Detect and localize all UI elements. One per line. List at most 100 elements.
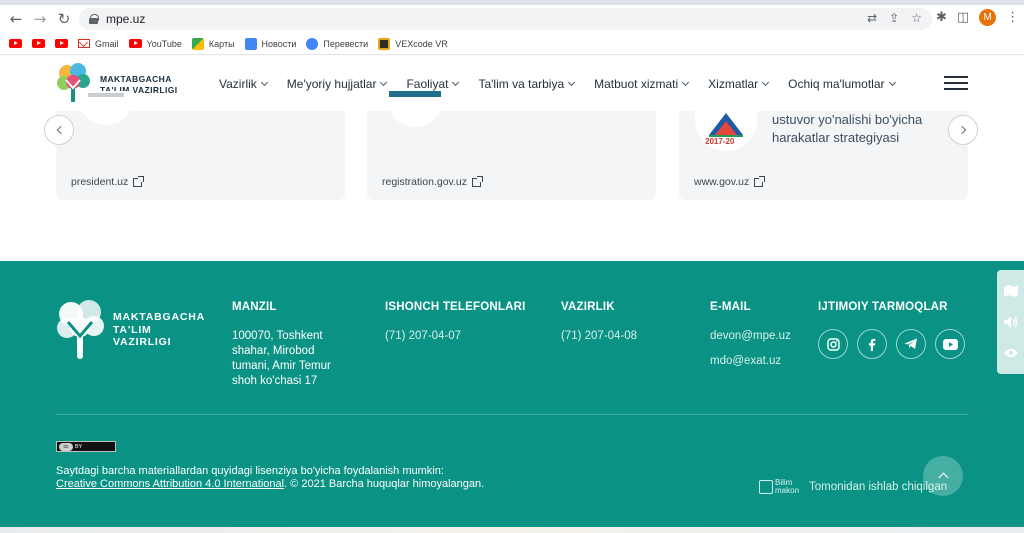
speaker-icon[interactable] — [1003, 315, 1018, 329]
footer-address-column: MANZIL 100070, Toshkent shahar, Mirobod … — [232, 301, 331, 389]
bookmark-vexcode[interactable]: VEXcode VR — [378, 37, 448, 50]
bookmark-label: Gmail — [95, 38, 119, 49]
facebook-icon[interactable] — [857, 329, 887, 359]
card-logo-image — [387, 91, 443, 127]
menu-kebab-icon[interactable]: ⋮ — [1006, 10, 1019, 25]
chevron-down-icon — [452, 78, 460, 87]
bookmark-maps[interactable]: Карты — [191, 37, 235, 50]
footer-divider — [56, 414, 968, 415]
carousel-prev-button[interactable] — [44, 115, 74, 145]
carousel-next-button[interactable] — [948, 115, 978, 145]
menu-label: Vazirlik — [219, 77, 257, 91]
ministry-title: VAZIRLIK — [561, 301, 615, 313]
menu-label: Me'yoriy hujjatlar — [286, 77, 377, 91]
profile-avatar[interactable]: M — [979, 9, 997, 26]
chevron-down-icon — [762, 78, 770, 87]
hotline-title: ISHONCH TELEFONLARI — [385, 301, 526, 313]
link-card[interactable]: registration.gov.uz — [367, 91, 656, 200]
forward-arrow-icon[interactable]: → — [29, 8, 51, 30]
youtube-icon — [32, 39, 45, 48]
card-link-text: www.gov.uz — [694, 176, 750, 188]
menu-item-ochiq-malumotlar[interactable]: Ochiq ma'lumotlar — [788, 77, 896, 91]
card-logo-image — [78, 91, 134, 125]
site-footer: MAKTABGACHA TA'LIM VAZIRLIGI MANZIL 1000… — [0, 261, 1024, 527]
cc-license-badge[interactable]: cc BY — [56, 441, 116, 452]
card-link-text: registration.gov.uz — [382, 176, 468, 188]
strategy-badge-year: 2017-20 — [705, 137, 735, 146]
copyright-text: . © 2021 Barcha huquqlar himoyalangan. — [284, 478, 485, 490]
menu-item-xizmatlar[interactable]: Xizmatlar — [708, 77, 770, 91]
accessibility-panel — [997, 270, 1024, 374]
map-icon[interactable] — [1003, 284, 1018, 298]
footer-logo-line: VAZIRLIGI — [113, 336, 172, 348]
social-title: IJTIMOIY TARMOQLAR — [818, 301, 948, 313]
menu-item-talim-va-tarbiya[interactable]: Ta'lim va tarbiya — [478, 77, 576, 91]
address-line: tumani, Amir Temur — [232, 360, 331, 372]
email-link[interactable]: devon@mpe.uz — [710, 329, 791, 344]
bookmark-news[interactable]: Новости — [244, 37, 296, 50]
extensions-icon[interactable]: ✱ — [936, 10, 947, 25]
url-text[interactable]: mpe.uz — [106, 12, 145, 26]
bookmark-gmail[interactable]: Gmail — [78, 39, 119, 49]
bookmark-item[interactable] — [32, 39, 45, 48]
card-link[interactable]: www.gov.uz — [694, 175, 766, 188]
bookmark-item[interactable] — [55, 39, 68, 48]
cc-license-link[interactable]: Creative Commons Attribution 4.0 Interna… — [56, 478, 284, 490]
bookmark-youtube[interactable]: YouTube — [128, 39, 182, 49]
bookmark-star-icon[interactable]: ☆ — [911, 11, 922, 25]
youtube-icon — [55, 39, 68, 48]
menu-item-meyoriy-hujjatlar[interactable]: Me'yoriy hujjatlar — [286, 77, 388, 91]
strategy-badge-image: 2017-20 — [695, 97, 757, 151]
card-link[interactable]: president.uz — [71, 175, 145, 188]
eye-icon[interactable] — [1003, 346, 1018, 360]
reload-icon[interactable]: ↻ — [53, 8, 75, 30]
main-menu: Vazirlik Me'yoriy hujjatlar Faoliyat Ta'… — [219, 77, 896, 91]
bookmark-translate[interactable]: Перевести — [306, 37, 368, 50]
back-arrow-icon[interactable]: ← — [5, 8, 27, 30]
side-panel-icon[interactable]: ◫ — [957, 10, 969, 25]
menu-item-matbuot-xizmati[interactable]: Matbuot xizmati — [594, 77, 690, 91]
developer-credit[interactable]: Bilim makon Tomonidan ishlab chiqilgan — [759, 479, 947, 495]
bilim-makon-icon — [759, 480, 773, 494]
instagram-icon[interactable] — [818, 329, 848, 359]
external-link-icon — [472, 175, 484, 187]
chevron-left-icon — [56, 125, 65, 135]
address-text: 100070, Toshkent shahar, Mirobod tumani,… — [232, 329, 331, 389]
logo-line: MAKTABGACHA — [100, 74, 172, 84]
youtube-icon — [128, 39, 142, 48]
menu-label: Ochiq ma'lumotlar — [788, 77, 885, 91]
strategy-title-line: ustuvor yo'nalishi bo'yicha — [772, 112, 923, 127]
menu-item-faoliyat[interactable]: Faoliyat — [406, 77, 460, 91]
bilim-makon-logo[interactable]: Bilim makon — [759, 479, 799, 495]
license-text: Saytdagi barcha materiallardan quyidagi … — [56, 465, 444, 477]
translate-page-icon[interactable]: ⇄ — [867, 11, 877, 25]
footer-ministry-column: VAZIRLIK (71) 207-04-08 — [561, 301, 637, 354]
chevron-right-icon — [957, 125, 966, 135]
gmail-icon — [78, 39, 90, 48]
card-link-text: president.uz — [71, 176, 129, 188]
footer-logo-line: MAKTABGACHA — [113, 311, 206, 323]
footer-social-column: IJTIMOIY TARMOQLAR — [818, 301, 965, 359]
card-link[interactable]: registration.gov.uz — [382, 175, 484, 188]
telegram-icon[interactable] — [896, 329, 926, 359]
lock-icon[interactable] — [89, 14, 99, 24]
bookmarks-bar: Gmail YouTube Карты Новости Перевести VE… — [0, 33, 1024, 55]
menu-item-vazirlik[interactable]: Vazirlik — [219, 77, 268, 91]
address-bar[interactable]: mpe.uz ⇄ ⇪ ☆ — [79, 8, 932, 30]
youtube-icon — [9, 39, 22, 48]
bookmark-item[interactable] — [9, 39, 22, 48]
chevron-down-icon — [682, 78, 690, 87]
ministry-phone-link[interactable]: (71) 207-04-08 — [561, 329, 637, 344]
link-card[interactable]: president.uz — [56, 91, 345, 200]
hamburger-menu-icon[interactable] — [944, 76, 968, 90]
developer-logo-line: makon — [775, 486, 800, 495]
share-icon[interactable]: ⇪ — [889, 11, 899, 25]
strategy-card-title[interactable]: ustuvor yo'nalishi bo'yicha harakatlar s… — [772, 111, 922, 147]
hotline-phone-link[interactable]: (71) 207-04-07 — [385, 329, 526, 344]
youtube-icon[interactable] — [935, 329, 965, 359]
footer-logo-text[interactable]: MAKTABGACHA TA'LIM VAZIRLIGI — [113, 311, 205, 349]
news-icon — [244, 37, 257, 50]
footer-logo-icon[interactable] — [56, 298, 106, 360]
email-link[interactable]: mdo@exat.uz — [710, 354, 791, 369]
menu-label: Xizmatlar — [708, 77, 759, 91]
